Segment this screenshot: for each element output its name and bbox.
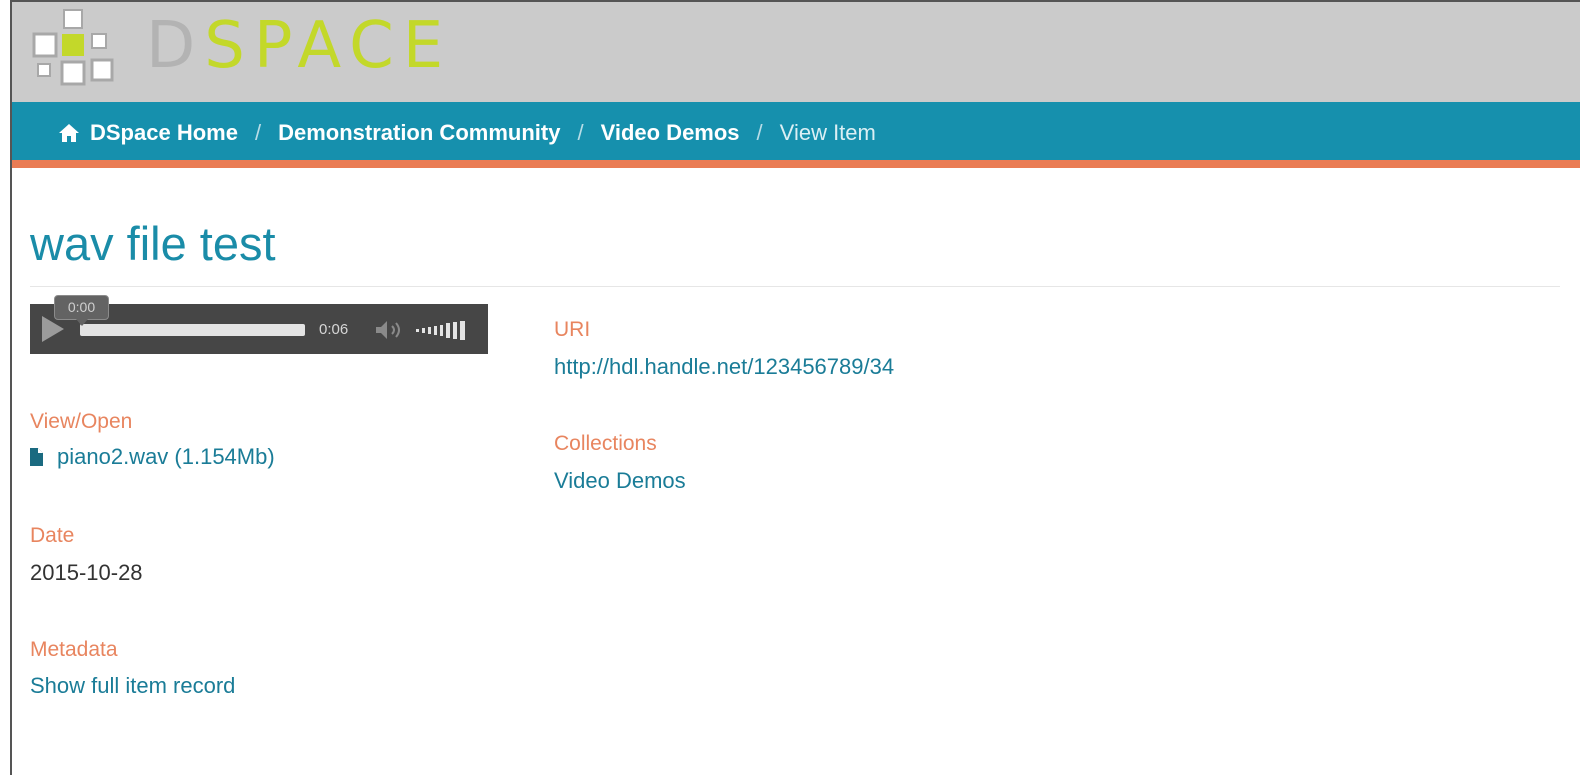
file-link[interactable]: piano2.wav (1.154Mb) (57, 444, 275, 470)
wordmark-d: D (146, 9, 205, 83)
speaker-icon[interactable] (374, 319, 406, 341)
breadcrumb-video-demos[interactable]: Video Demos (601, 120, 740, 146)
title-divider (30, 286, 1560, 287)
breadcrumb-demonstration-community[interactable]: Demonstration Community (278, 120, 560, 146)
breadcrumb-separator: / (756, 120, 763, 145)
home-icon[interactable] (58, 122, 80, 144)
file-entry: piano2.wav (1.154Mb) (30, 444, 275, 470)
dspace-wordmark[interactable]: DSPACE (146, 14, 452, 78)
breadcrumb-separator: / (254, 120, 262, 145)
duration-label: 0:06 (319, 321, 349, 338)
wordmark-space: SPACE (204, 9, 453, 83)
site-header: DSPACE (12, 2, 1580, 102)
dspace-logo-icon[interactable] (28, 8, 128, 96)
view-open-label: View/Open (30, 410, 133, 433)
metadata-label: Metadata (30, 638, 118, 661)
date-label: Date (30, 524, 75, 547)
volume-bars-icon[interactable] (414, 319, 478, 341)
uri-label: URI (554, 318, 591, 341)
breadcrumb-separator: / (577, 120, 584, 145)
breadcrumb-current: View Item (779, 120, 876, 145)
collections-label: Collections (554, 432, 657, 455)
date-value: 2015-10-28 (30, 560, 143, 585)
page-title: wav file test (30, 217, 276, 270)
seek-bar[interactable] (80, 324, 305, 336)
file-icon (30, 448, 43, 466)
uri-link[interactable]: http://hdl.handle.net/123456789/34 (554, 354, 894, 380)
audio-player: 0:00 0:06 (30, 295, 488, 354)
current-time-tooltip: 0:00 (54, 295, 109, 326)
collection-link-video-demos[interactable]: Video Demos (554, 468, 686, 494)
page-frame: DSPACE DSpace Home / Demonstration Commu… (10, 0, 1580, 775)
breadcrumb: DSpace Home / Demonstration Community / … (58, 120, 876, 146)
show-full-record-link[interactable]: Show full item record (30, 673, 235, 699)
breadcrumb-dspace-home[interactable]: DSpace Home (90, 120, 238, 146)
breadcrumb-bar: DSpace Home / Demonstration Community / … (12, 102, 1580, 168)
